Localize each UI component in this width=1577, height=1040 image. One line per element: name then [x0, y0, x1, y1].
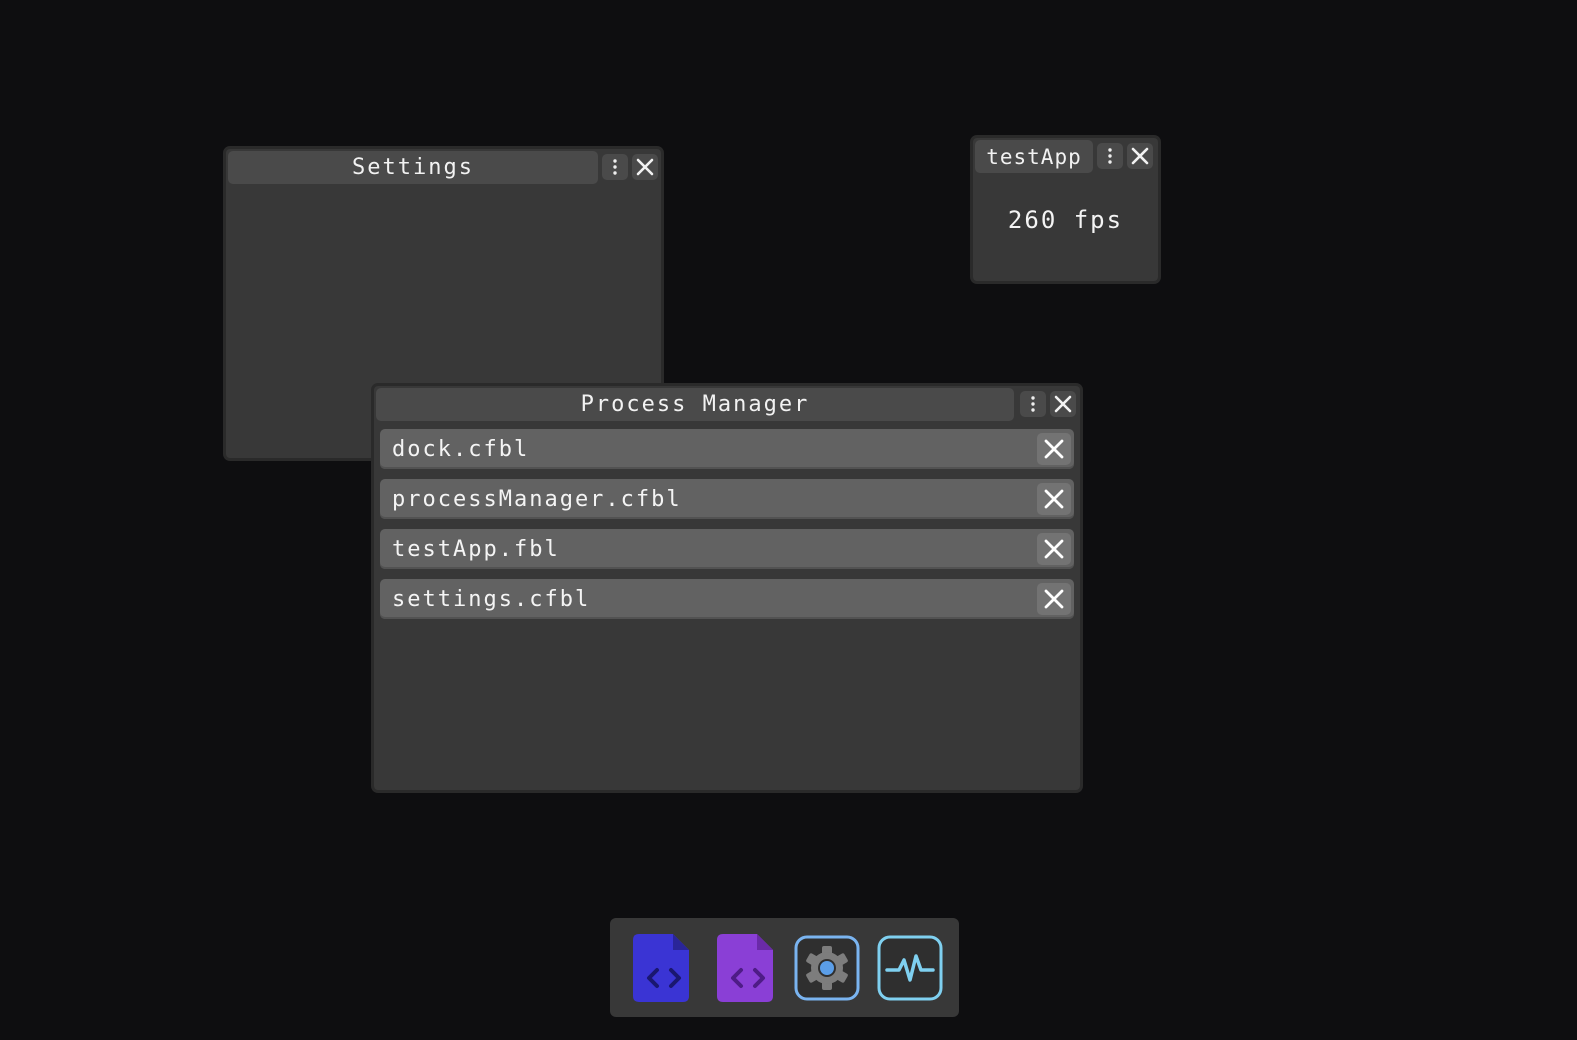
kill-process-button[interactable] — [1037, 483, 1071, 515]
activity-monitor-icon — [877, 935, 943, 1001]
kill-process-button[interactable] — [1037, 583, 1071, 615]
testapp-title: testApp — [986, 144, 1082, 169]
dock-item-activity-monitor[interactable] — [877, 932, 943, 1004]
process-manager-window: Process Manager dock.cfbl processManager… — [371, 383, 1083, 793]
fps-counter: 260 fps — [1007, 206, 1124, 234]
testapp-close-button[interactable] — [1127, 143, 1153, 169]
close-icon — [636, 158, 654, 176]
process-row: testApp.fbl — [380, 529, 1074, 569]
settings-title: Settings — [352, 155, 474, 180]
close-icon — [1044, 539, 1064, 559]
testapp-menu-button[interactable] — [1097, 143, 1123, 169]
close-icon — [1131, 147, 1149, 165]
process-name: settings.cfbl — [392, 586, 591, 612]
dock — [610, 918, 959, 1017]
settings-titlebar[interactable]: Settings — [228, 151, 598, 184]
close-icon — [1044, 439, 1064, 459]
testapp-titlebar[interactable]: testApp — [975, 140, 1093, 173]
kebab-menu-icon — [613, 159, 617, 175]
process-name: processManager.cfbl — [392, 486, 682, 512]
process-name: dock.cfbl — [392, 436, 530, 462]
close-icon — [1044, 589, 1064, 609]
close-icon — [1054, 395, 1072, 413]
process-row: processManager.cfbl — [380, 479, 1074, 519]
kill-process-button[interactable] — [1037, 533, 1071, 565]
process-manager-title: Process Manager — [580, 392, 810, 417]
process-manager-close-button[interactable] — [1050, 391, 1076, 417]
dock-item-code-blue[interactable] — [631, 932, 697, 1004]
dock-item-settings[interactable] — [794, 932, 860, 1004]
process-row: dock.cfbl — [380, 429, 1074, 469]
process-manager-menu-button[interactable] — [1020, 391, 1046, 417]
settings-close-button[interactable] — [632, 154, 658, 180]
kebab-menu-icon — [1031, 396, 1035, 412]
code-file-blue-icon — [633, 934, 689, 1002]
testapp-window: testApp 260 fps — [970, 135, 1161, 284]
kill-process-button[interactable] — [1037, 433, 1071, 465]
process-manager-titlebar[interactable]: Process Manager — [376, 388, 1014, 421]
close-icon — [1044, 489, 1064, 509]
code-file-purple-icon — [717, 934, 773, 1002]
dock-item-code-purple[interactable] — [715, 932, 781, 1004]
settings-menu-button[interactable] — [602, 154, 628, 180]
process-name: testApp.fbl — [392, 536, 560, 562]
process-row: settings.cfbl — [380, 579, 1074, 619]
settings-gear-icon — [794, 935, 860, 1001]
kebab-menu-icon — [1108, 148, 1112, 164]
